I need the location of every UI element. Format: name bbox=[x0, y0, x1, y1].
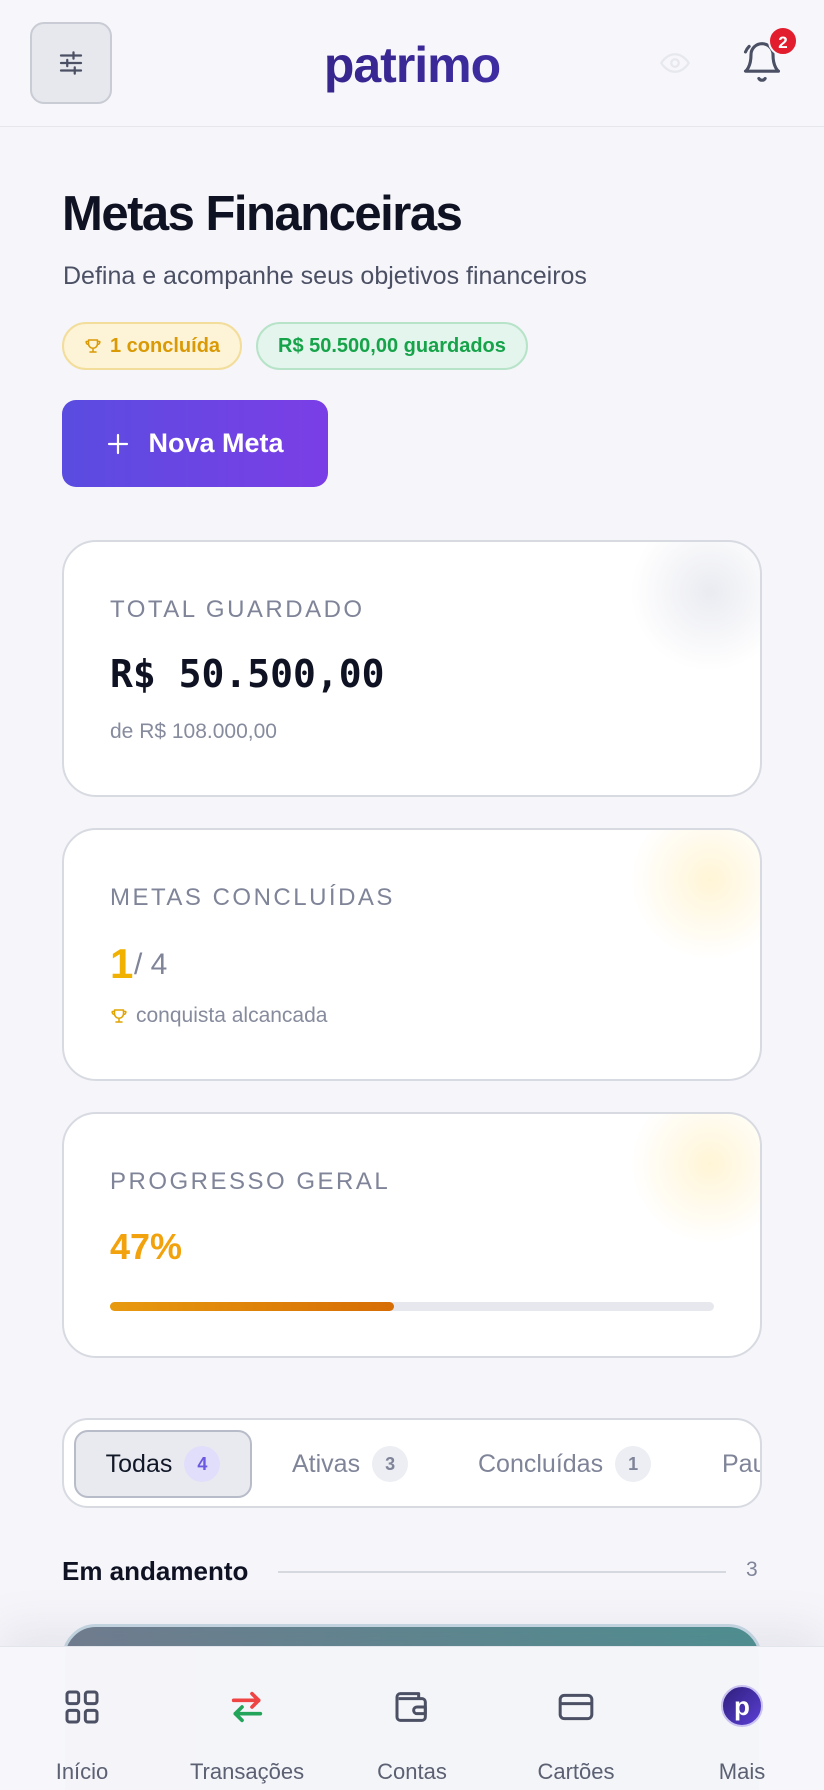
tab-label: Concluídas bbox=[478, 1449, 604, 1478]
goal-filter-tabs: Todas 4 Ativas 3 Concluídas 1 Pau bbox=[62, 1418, 762, 1508]
nav-label: Início bbox=[55, 1759, 109, 1784]
nav-inicio[interactable]: Início bbox=[0, 1647, 164, 1790]
tab-todas[interactable]: Todas 4 bbox=[74, 1430, 252, 1498]
total-saved-value: R$ 50.500,00 bbox=[110, 652, 385, 696]
wallet-icon bbox=[395, 1692, 427, 1722]
saved-chip-label: R$ 50.500,00 guardados bbox=[278, 334, 506, 357]
transfer-arrows-icon bbox=[231, 1691, 263, 1723]
total-target-text: de R$ 108.000,00 bbox=[110, 720, 277, 743]
nav-label: Cartões bbox=[537, 1759, 615, 1784]
credit-card-icon bbox=[558, 1693, 594, 1721]
nav-label: Transações bbox=[189, 1759, 305, 1784]
tab-ativas[interactable]: Ativas 3 bbox=[292, 1430, 409, 1498]
card-glow bbox=[630, 830, 760, 960]
section-divider bbox=[278, 1571, 726, 1573]
section-count: 3 bbox=[746, 1558, 758, 1581]
tab-label: Ativas bbox=[292, 1449, 361, 1478]
section-title: Em andamento bbox=[62, 1556, 249, 1586]
nav-label: Contas bbox=[377, 1759, 447, 1784]
tab-count: 1 bbox=[615, 1446, 652, 1482]
nav-mais[interactable]: p Mais bbox=[660, 1647, 824, 1790]
achievement-note: conquista alcancada bbox=[110, 1004, 327, 1028]
nav-cartoes[interactable]: Cartões bbox=[494, 1647, 658, 1790]
avatar-icon: p bbox=[721, 1685, 763, 1727]
bottom-navigation: Início Transações Contas Cartões p Mais bbox=[0, 1646, 824, 1790]
goals-total-count: / 4 bbox=[134, 948, 168, 981]
notification-badge: 2 bbox=[768, 26, 798, 56]
nav-label: Mais bbox=[718, 1759, 766, 1784]
achievement-note-text: conquista alcancada bbox=[136, 1004, 328, 1027]
goals-done-count: 1 bbox=[110, 940, 134, 987]
page-title: Metas Financeiras bbox=[62, 187, 463, 241]
completed-chip-label: 1 concluída bbox=[110, 334, 221, 357]
overall-progress-label: PROGRESSO GERAL bbox=[110, 1168, 391, 1195]
goals-completed-label: METAS CONCLUÍDAS bbox=[110, 884, 395, 911]
tab-pausadas[interactable]: Pau bbox=[722, 1430, 760, 1498]
completed-chip: 1 concluída bbox=[62, 322, 243, 370]
total-saved-card: TOTAL GUARDADO R$ 50.500,00 de R$ 108.00… bbox=[62, 540, 762, 797]
overall-progress-card: PROGRESSO GERAL 47% bbox=[62, 1112, 762, 1358]
app-header: patrimo 2 bbox=[0, 0, 824, 127]
nav-contas[interactable]: Contas bbox=[330, 1647, 494, 1790]
grid-icon bbox=[65, 1690, 99, 1724]
progress-bar bbox=[110, 1302, 714, 1311]
card-glow bbox=[630, 542, 760, 672]
nav-transacoes[interactable]: Transações bbox=[165, 1647, 329, 1790]
saved-chip: R$ 50.500,00 guardados bbox=[256, 322, 528, 370]
tab-count: 3 bbox=[372, 1446, 409, 1482]
progress-bar-fill bbox=[110, 1302, 394, 1311]
new-goal-button[interactable]: Nova Meta bbox=[62, 400, 328, 487]
plus-icon bbox=[108, 433, 129, 454]
app-logo[interactable]: patrimo bbox=[0, 36, 824, 94]
tab-label: Pau bbox=[722, 1449, 760, 1478]
trophy-icon bbox=[85, 339, 101, 353]
page-subtitle: Defina e acompanhe seus objetivos financ… bbox=[63, 262, 587, 290]
overall-progress-percent: 47% bbox=[110, 1226, 183, 1267]
total-saved-label: TOTAL GUARDADO bbox=[110, 596, 365, 623]
tab-count: 4 bbox=[184, 1446, 221, 1482]
new-goal-label: Nova Meta bbox=[148, 428, 284, 458]
eye-icon[interactable] bbox=[658, 48, 692, 78]
tab-concluidas[interactable]: Concluídas 1 bbox=[478, 1430, 652, 1498]
trophy-icon bbox=[111, 1009, 127, 1023]
tab-label: Todas bbox=[105, 1449, 173, 1478]
card-glow bbox=[630, 1114, 760, 1244]
goals-completed-card: METAS CONCLUÍDAS 1 / 4 conquista alcanca… bbox=[62, 828, 762, 1081]
